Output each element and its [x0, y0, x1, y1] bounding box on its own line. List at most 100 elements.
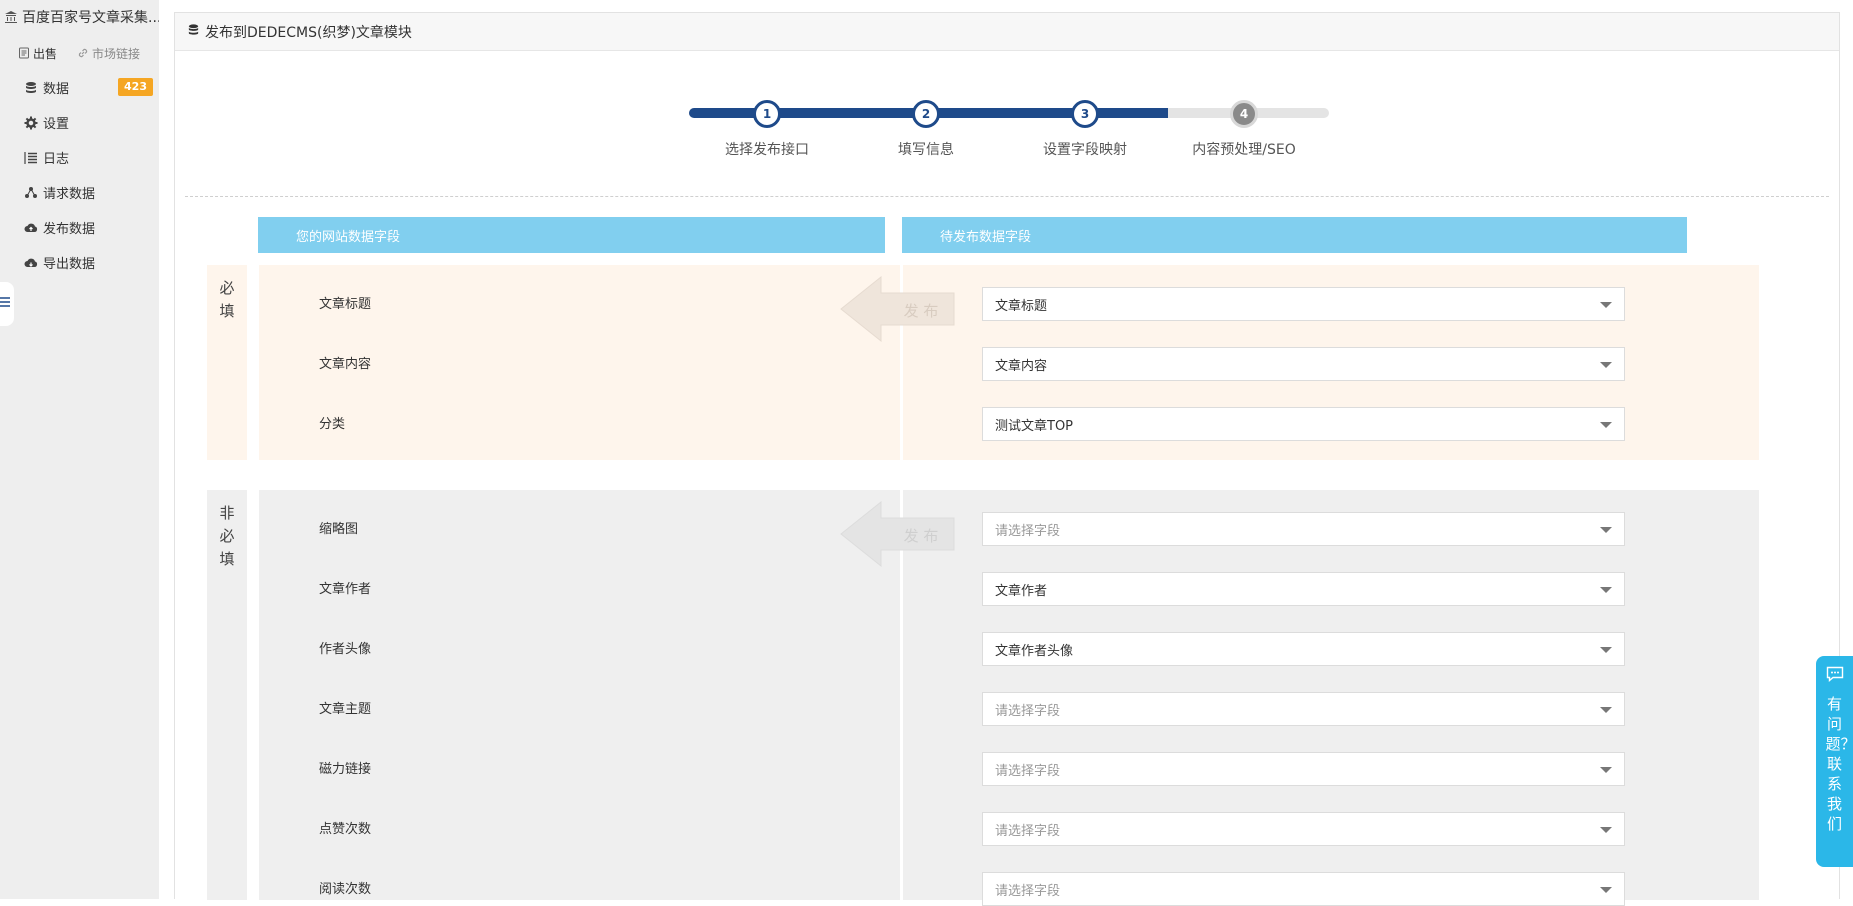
gear-icon: [24, 116, 38, 130]
field-select[interactable]: 测试文章TOP: [982, 407, 1625, 441]
field-row: 作者头像 文章作者头像: [259, 630, 1759, 666]
step-3-circle[interactable]: 3: [1071, 100, 1099, 128]
progress-stepper: 1 2 3 4 选择发布接口 填写信息 设置字段映射 内容预处理/SEO: [689, 85, 1329, 158]
help-text: 有问题？联系我们: [1825, 695, 1853, 833]
sidebar-nav: 数据 423 设置 日志 请求数据 发布数据 导出数据: [0, 70, 159, 280]
field-row: 磁力链接 请选择字段: [259, 750, 1759, 786]
step-2-circle[interactable]: 2: [912, 100, 940, 128]
select-value: 测试文章TOP: [995, 418, 1074, 434]
caret-down-icon: [1600, 887, 1612, 893]
select-value: 文章作者头像: [995, 643, 1074, 659]
optional-label-char: 非: [219, 504, 235, 522]
market-link-label: 市场链接: [92, 46, 141, 61]
field-name: 文章标题: [319, 297, 372, 312]
sidebar-item-label: 请求数据: [43, 187, 96, 202]
sub-links: 出售 市场链接: [0, 38, 159, 68]
field-name: 缩略图: [319, 522, 359, 537]
required-label: 必 填: [207, 265, 247, 460]
sidebar: 百度百家号文章采集... 出售 市场链接 数据 423 设置 日志 请求数据 发…: [0, 0, 159, 899]
sidebar-item-logs[interactable]: 日志: [0, 140, 159, 175]
bank-icon: [4, 10, 18, 24]
field-select[interactable]: 文章作者头像: [982, 632, 1625, 666]
step-2-label: 填写信息: [898, 142, 954, 158]
sidebar-toggle[interactable]: [0, 282, 14, 326]
select-placeholder: 请选择字段: [995, 823, 1061, 839]
field-name: 文章主题: [319, 702, 372, 717]
market-link[interactable]: 市场链接: [77, 45, 140, 62]
field-name: 点赞次数: [319, 822, 372, 837]
select-placeholder: 请选择字段: [995, 523, 1061, 539]
field-select[interactable]: 请选择字段: [982, 812, 1625, 846]
field-name: 作者头像: [319, 642, 372, 657]
caret-down-icon: [1600, 647, 1612, 653]
sidebar-item-label: 导出数据: [43, 257, 96, 272]
caret-down-icon: [1600, 302, 1612, 308]
publish-fields-header: 待发布数据字段: [902, 217, 1687, 253]
field-name: 阅读次数: [319, 882, 372, 897]
help-contact-button[interactable]: 有问题？联系我们: [1816, 656, 1853, 867]
select-placeholder: 请选择字段: [995, 883, 1061, 899]
cloud-upload-icon: [24, 221, 38, 235]
sale-link[interactable]: 出售: [18, 45, 57, 62]
select-value: 文章作者: [995, 583, 1048, 599]
field-name: 文章作者: [319, 582, 372, 597]
field-row: 缩略图 请选择字段: [259, 510, 1759, 546]
dashed-divider: [185, 196, 1829, 197]
step-4-circle[interactable]: 4: [1230, 100, 1258, 128]
field-row: 文章标题 文章标题: [259, 285, 1759, 321]
database-icon: [187, 23, 200, 41]
sidebar-item-request-data[interactable]: 请求数据: [0, 175, 159, 210]
required-fields: 发 布 文章标题 文章标题 文章内容 文章内容 分类 测试文章TOP: [259, 265, 1759, 460]
optional-label-char: 填: [219, 550, 235, 568]
caret-down-icon: [1600, 527, 1612, 533]
select-placeholder: 请选择字段: [995, 703, 1061, 719]
caret-down-icon: [1600, 362, 1612, 368]
sidebar-item-label: 数据: [43, 82, 70, 97]
sidebar-item-publish-data[interactable]: 发布数据: [0, 210, 159, 245]
field-select[interactable]: 文章标题: [982, 287, 1625, 321]
select-value: 文章标题: [995, 298, 1048, 314]
app-title[interactable]: 百度百家号文章采集...: [4, 7, 159, 27]
link-icon: [77, 47, 89, 59]
sidebar-item-data[interactable]: 数据 423: [0, 70, 159, 105]
caret-down-icon: [1600, 827, 1612, 833]
site-fields-header: 您的网站数据字段: [258, 217, 885, 253]
optional-label: 非 必 填: [207, 490, 247, 900]
field-row: 阅读次数 请选择字段: [259, 870, 1759, 906]
field-row: 文章主题 请选择字段: [259, 690, 1759, 726]
field-name: 文章内容: [319, 357, 372, 372]
field-name: 分类: [319, 417, 346, 432]
field-select[interactable]: 请选择字段: [982, 692, 1625, 726]
required-label-char: 必: [219, 279, 235, 297]
optional-label-char: 必: [219, 527, 235, 545]
field-select[interactable]: 请选择字段: [982, 752, 1625, 786]
list-icon: [24, 151, 38, 165]
field-select[interactable]: 文章作者: [982, 572, 1625, 606]
sidebar-item-label: 发布数据: [43, 222, 96, 237]
sidebar-item-label: 设置: [43, 117, 70, 132]
field-row: 分类 测试文章TOP: [259, 405, 1759, 441]
cloud-download-icon: [24, 256, 38, 270]
field-select[interactable]: 文章内容: [982, 347, 1625, 381]
step-1-circle[interactable]: 1: [753, 100, 781, 128]
select-value: 文章内容: [995, 358, 1048, 374]
field-row: 点赞次数 请选择字段: [259, 810, 1759, 846]
step-1-label: 选择发布接口: [725, 142, 809, 158]
select-placeholder: 请选择字段: [995, 763, 1061, 779]
sidebar-item-settings[interactable]: 设置: [0, 105, 159, 140]
caret-down-icon: [1600, 422, 1612, 428]
field-select[interactable]: 请选择字段: [982, 872, 1625, 906]
field-row: 文章作者 文章作者: [259, 570, 1759, 606]
field-select[interactable]: 请选择字段: [982, 512, 1625, 546]
caret-down-icon: [1600, 767, 1612, 773]
caret-down-icon: [1600, 707, 1612, 713]
sidebar-item-export-data[interactable]: 导出数据: [0, 245, 159, 280]
nodes-icon: [24, 186, 38, 200]
menu-icon: [0, 296, 10, 312]
optional-fields: 发 布 缩略图 请选择字段 文章作者 文章作者 作者头像 文章作者头像 文章主题…: [259, 490, 1759, 906]
sidebar-item-label: 日志: [43, 152, 70, 167]
main-panel: 发布到DEDECMS(织梦)文章模块 1 2 3 4 选择发布接口 填写信息 设…: [174, 12, 1840, 906]
step-4-label: 内容预处理/SEO: [1192, 142, 1296, 158]
sale-link-label: 出售: [33, 46, 58, 61]
chat-icon: [1826, 666, 1844, 686]
